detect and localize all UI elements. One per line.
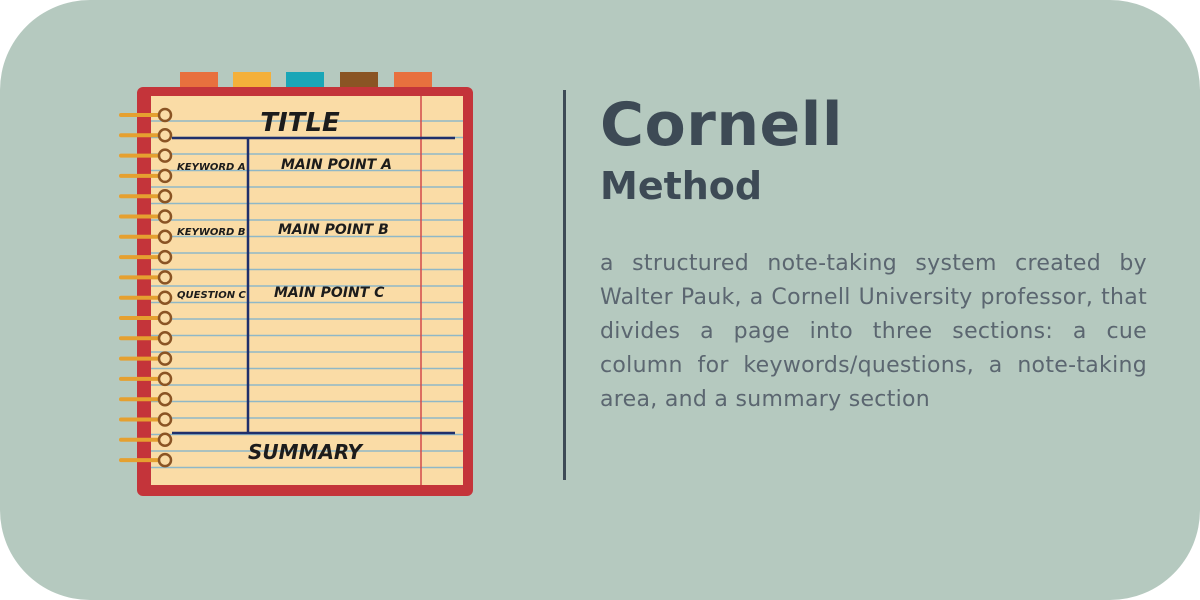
point-main-c: MAIN POINT C (274, 285, 385, 301)
vertical-divider (563, 90, 566, 480)
notebook-title: TITLE (260, 108, 340, 138)
notebook-summary: SUMMARY (248, 440, 364, 464)
cue-keyword-b: KEYWORD B (177, 227, 245, 238)
page-subtitle: Method (600, 164, 763, 208)
description-text: a structured note-taking system created … (600, 251, 1147, 412)
cornell-notebook-illustration: TITLE KEYWORD A MAIN POINT A KEYWORD B M… (119, 72, 473, 496)
point-main-a: MAIN POINT A (281, 157, 392, 173)
cue-keyword-a: KEYWORD A (177, 162, 246, 173)
point-main-b: MAIN POINT B (278, 222, 389, 238)
page-title: Cornell (600, 90, 843, 160)
card-background: TITLE KEYWORD A MAIN POINT A KEYWORD B M… (0, 0, 1200, 600)
cue-question-c: QUESTION C (177, 290, 247, 301)
